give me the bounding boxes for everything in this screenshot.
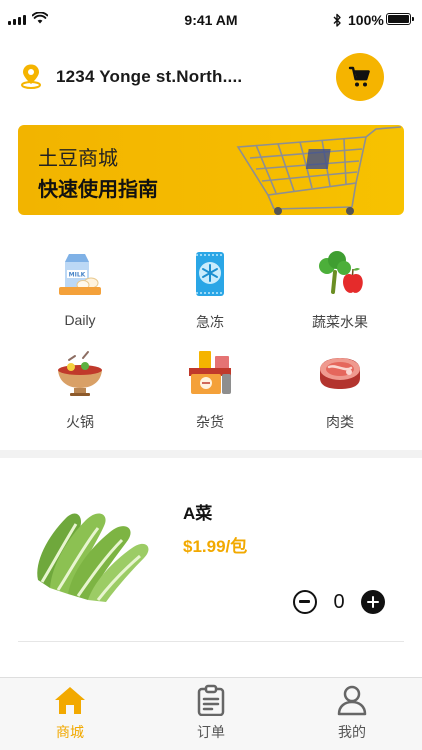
category-hotpot[interactable]: 火锅 bbox=[20, 348, 140, 438]
groceries-icon bbox=[189, 351, 231, 394]
product-price: $1.99/包 bbox=[183, 537, 248, 556]
category-label: 肉类 bbox=[326, 414, 354, 430]
section-divider bbox=[0, 450, 422, 458]
bluetooth-icon bbox=[333, 13, 341, 27]
category-label: 急冻 bbox=[196, 314, 224, 330]
svg-text:MILK: MILK bbox=[69, 272, 86, 279]
tab-label: 订单 bbox=[197, 724, 225, 740]
milk-eggs-icon: MILK bbox=[59, 254, 101, 295]
tab-mall[interactable]: 商城 bbox=[0, 678, 140, 750]
category-meat[interactable]: 肉类 bbox=[280, 348, 400, 438]
decrease-quantity-button[interactable] bbox=[293, 590, 317, 614]
increase-quantity-button[interactable] bbox=[361, 590, 385, 614]
category-label: 杂货 bbox=[196, 414, 224, 430]
banner-title: 土豆商城 bbox=[38, 148, 118, 170]
meat-icon bbox=[320, 358, 360, 389]
vegetables-fruit-icon bbox=[319, 251, 363, 294]
location-pin-icon[interactable] bbox=[20, 63, 42, 89]
battery-percentage: 100% bbox=[348, 12, 384, 28]
battery-icon bbox=[386, 13, 414, 25]
home-icon bbox=[55, 687, 85, 714]
category-label: 蔬菜水果 bbox=[312, 314, 368, 330]
tab-label: 商城 bbox=[56, 724, 84, 740]
banner-subtitle: 快速使用指南 bbox=[38, 179, 158, 201]
tab-orders[interactable]: 订单 bbox=[141, 678, 281, 750]
quantity-stepper: 0 bbox=[293, 590, 385, 616]
category-label: Daily bbox=[64, 312, 96, 328]
bottom-tab-bar: 商城 订单 我的 bbox=[0, 677, 422, 750]
category-vegetables-fruit[interactable]: 蔬菜水果 bbox=[280, 248, 400, 338]
product-card[interactable]: A菜 $1.99/包 0 bbox=[0, 472, 422, 642]
product-divider bbox=[18, 641, 404, 642]
category-groceries[interactable]: 杂货 bbox=[150, 348, 270, 438]
guide-banner[interactable]: 土豆商城 快速使用指南 bbox=[18, 125, 404, 215]
app-screen: 9:41 AM 100% 1234 Yonge st.North.... 土豆商… bbox=[0, 0, 422, 750]
tab-label: 我的 bbox=[338, 724, 366, 740]
hotpot-icon bbox=[58, 351, 102, 396]
delivery-address[interactable]: 1234 Yonge st.North.... bbox=[56, 67, 242, 87]
product-name: A菜 bbox=[183, 504, 213, 523]
frozen-food-icon bbox=[196, 252, 224, 296]
quantity-value: 0 bbox=[333, 591, 345, 613]
category-daily[interactable]: MILK Daily bbox=[20, 248, 140, 338]
tab-profile[interactable]: 我的 bbox=[282, 678, 422, 750]
lettuce-image bbox=[37, 513, 149, 602]
category-frozen[interactable]: 急冻 bbox=[150, 248, 270, 338]
shopping-cart-illustration bbox=[236, 126, 402, 215]
cart-button[interactable] bbox=[336, 53, 384, 101]
orders-icon bbox=[197, 684, 225, 716]
status-bar: 9:41 AM 100% bbox=[0, 0, 422, 40]
location-header: 1234 Yonge st.North.... bbox=[0, 53, 422, 101]
profile-icon bbox=[337, 685, 367, 716]
category-label: 火锅 bbox=[66, 414, 94, 430]
shopping-cart-icon bbox=[348, 66, 370, 87]
